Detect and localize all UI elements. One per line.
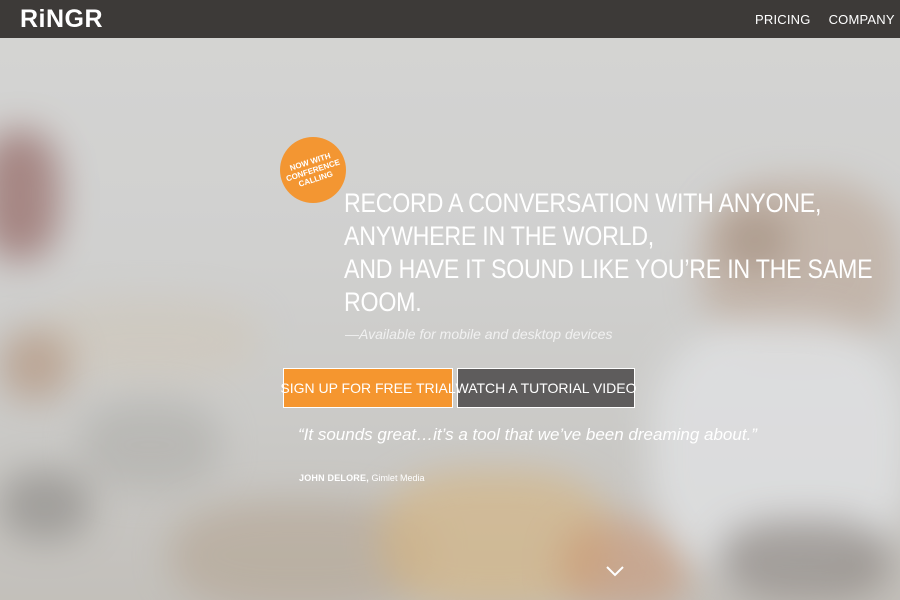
watch-tutorial-video-button[interactable]: WATCH A TUTORIAL VIDEO	[456, 368, 637, 408]
testimonial-quote: “It sounds great…it’s a tool that we’ve …	[298, 425, 757, 444]
badge-text: NOW WITH CONFERENCE CALLING	[284, 150, 342, 189]
nav-links: PRICING COMPANY SU	[755, 0, 900, 38]
headline-line: ROOM.	[344, 287, 422, 317]
nav-company-link[interactable]: COMPANY	[829, 12, 895, 27]
headline-line: RECORD A CONVERSATION WITH ANYONE,	[344, 188, 822, 218]
nav-pricing-link[interactable]: PRICING	[755, 12, 811, 27]
availability-subline: —Available for mobile and desktop device…	[345, 326, 613, 342]
hero-headline: RECORD A CONVERSATION WITH ANYONE, ANYWH…	[344, 187, 884, 319]
testimonial-attribution: JOHN DELORE, Gimlet Media	[299, 473, 424, 483]
attribution-org: Gimlet Media	[371, 473, 425, 483]
ringr-logo[interactable]: RiNGR	[20, 5, 103, 33]
attribution-name: JOHN DELORE,	[299, 473, 369, 483]
headline-line: ANYWHERE IN THE WORLD,	[344, 221, 654, 251]
sign-up-free-trial-button[interactable]: SIGN UP FOR FREE TRIAL	[280, 368, 456, 408]
headline-line: AND HAVE IT SOUND LIKE YOU’RE IN THE SAM…	[344, 254, 873, 284]
conference-calling-badge: NOW WITH CONFERENCE CALLING	[280, 137, 346, 203]
chevron-down-icon[interactable]	[605, 564, 625, 578]
top-navbar: RiNGR PRICING COMPANY SU	[0, 0, 900, 38]
